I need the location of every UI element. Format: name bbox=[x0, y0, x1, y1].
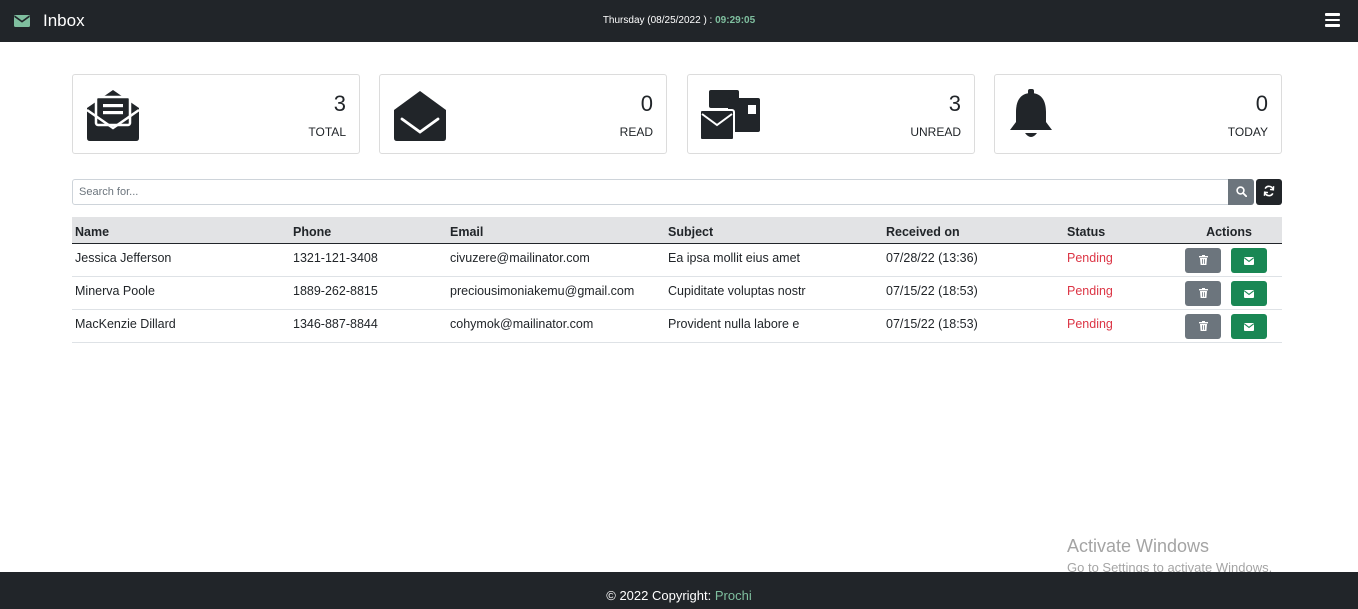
refresh-button[interactable] bbox=[1256, 179, 1282, 205]
clock: Thursday (08/25/2022 ) : 09:29:05 bbox=[0, 15, 1358, 26]
column-header-actions: Actions bbox=[1176, 217, 1282, 244]
stat-label: TOTAL bbox=[308, 125, 346, 139]
clock-date: Thursday (08/25/2022 ) : bbox=[602, 15, 716, 26]
mail-bulk-icon bbox=[699, 88, 760, 142]
table-row[interactable]: Jessica Jefferson 1321-121-3408 civuzere… bbox=[72, 243, 1282, 277]
cell-received: 07/15/22 (18:53) bbox=[883, 309, 1064, 343]
watermark-title: Activate Windows bbox=[1067, 536, 1210, 556]
reply-button[interactable] bbox=[1231, 247, 1267, 273]
status-badge: Pending bbox=[1064, 276, 1176, 310]
status-badge: Pending bbox=[1064, 243, 1176, 277]
cell-phone: 1321-121-3408 bbox=[290, 243, 447, 277]
table-row[interactable]: Minerva Poole 1889-262-8815 preciousimon… bbox=[72, 276, 1282, 310]
top-navbar: Inbox Thursday (08/25/2022 ) : 09:29:05 bbox=[0, 0, 1358, 42]
cell-phone: 1346-887-8844 bbox=[290, 309, 447, 343]
search-icon bbox=[1235, 185, 1247, 200]
column-header-email[interactable]: Email bbox=[447, 217, 665, 244]
envelope-icon bbox=[1243, 253, 1255, 268]
inbox-table: Name Phone Email Subject Received on Sta… bbox=[72, 217, 1282, 343]
clock-time: 09:29:05 bbox=[715, 15, 756, 26]
cell-phone: 1889-262-8815 bbox=[290, 276, 447, 310]
status-badge: Pending bbox=[1064, 309, 1176, 343]
cell-received: 07/15/22 (18:53) bbox=[883, 276, 1064, 310]
cell-subject: Cupiditate voluptas nostr bbox=[665, 276, 883, 310]
stat-card-read: 0 READ bbox=[379, 74, 667, 154]
cell-actions bbox=[1176, 276, 1282, 310]
cell-name: MacKenzie Dillard bbox=[72, 309, 290, 343]
envelope-icon bbox=[1243, 286, 1255, 301]
stat-label: READ bbox=[619, 125, 653, 139]
footer-copyright: © 2022 Copyright: bbox=[606, 588, 715, 603]
cell-actions bbox=[1176, 243, 1282, 277]
cell-subject: Provident nulla labore e bbox=[665, 309, 883, 343]
stat-value: 0 bbox=[1255, 91, 1268, 116]
reply-button[interactable] bbox=[1231, 313, 1267, 339]
cell-subject: Ea ipsa mollit eius amet bbox=[665, 243, 883, 277]
trash-icon bbox=[1198, 286, 1208, 301]
hamburger-menu-icon[interactable] bbox=[1325, 13, 1340, 27]
search-input[interactable] bbox=[72, 179, 1229, 205]
stat-value: 3 bbox=[333, 91, 346, 116]
delete-button[interactable] bbox=[1185, 313, 1221, 339]
search-bar bbox=[72, 179, 1282, 205]
envelope-icon bbox=[1243, 319, 1255, 334]
delete-button[interactable] bbox=[1185, 247, 1221, 273]
refresh-icon bbox=[1263, 185, 1275, 200]
envelope-open-icon bbox=[392, 88, 448, 142]
envelope-open-text-icon bbox=[85, 88, 141, 142]
cell-email: cohymok@mailinator.com bbox=[447, 309, 665, 343]
column-header-name[interactable]: Name bbox=[72, 217, 290, 244]
table-header-row: Name Phone Email Subject Received on Sta… bbox=[72, 217, 1282, 244]
stat-card-total: 3 TOTAL bbox=[72, 74, 360, 154]
column-header-subject[interactable]: Subject bbox=[665, 217, 883, 244]
stat-label: UNREAD bbox=[910, 125, 961, 139]
column-header-received[interactable]: Received on bbox=[883, 217, 1064, 244]
stat-card-today: 0 TODAY bbox=[994, 74, 1282, 154]
cell-name: Minerva Poole bbox=[72, 276, 290, 310]
cell-actions bbox=[1176, 309, 1282, 343]
stat-label: TODAY bbox=[1227, 125, 1268, 139]
cell-name: Jessica Jefferson bbox=[72, 243, 290, 277]
column-header-phone[interactable]: Phone bbox=[290, 217, 447, 244]
stat-value: 3 bbox=[948, 91, 961, 116]
activate-windows-watermark: Activate Windows Go to Settings to activ… bbox=[1067, 536, 1272, 575]
stat-value: 0 bbox=[640, 91, 653, 116]
cell-email: preciousimoniakemu@gmail.com bbox=[447, 276, 665, 310]
table-row[interactable]: MacKenzie Dillard 1346-887-8844 cohymok@… bbox=[72, 309, 1282, 343]
footer: © 2022 Copyright: Prochi bbox=[0, 572, 1358, 609]
stat-card-unread: 3 UNREAD bbox=[687, 74, 975, 154]
column-header-status[interactable]: Status bbox=[1064, 217, 1176, 244]
delete-button[interactable] bbox=[1185, 280, 1221, 306]
trash-icon bbox=[1198, 319, 1208, 334]
search-button[interactable] bbox=[1228, 179, 1254, 205]
reply-button[interactable] bbox=[1231, 280, 1267, 306]
cell-email: civuzere@mailinator.com bbox=[447, 243, 665, 277]
bell-icon bbox=[1007, 88, 1063, 142]
trash-icon bbox=[1198, 253, 1208, 268]
cell-received: 07/28/22 (13:36) bbox=[883, 243, 1064, 277]
footer-link[interactable]: Prochi bbox=[715, 588, 752, 603]
